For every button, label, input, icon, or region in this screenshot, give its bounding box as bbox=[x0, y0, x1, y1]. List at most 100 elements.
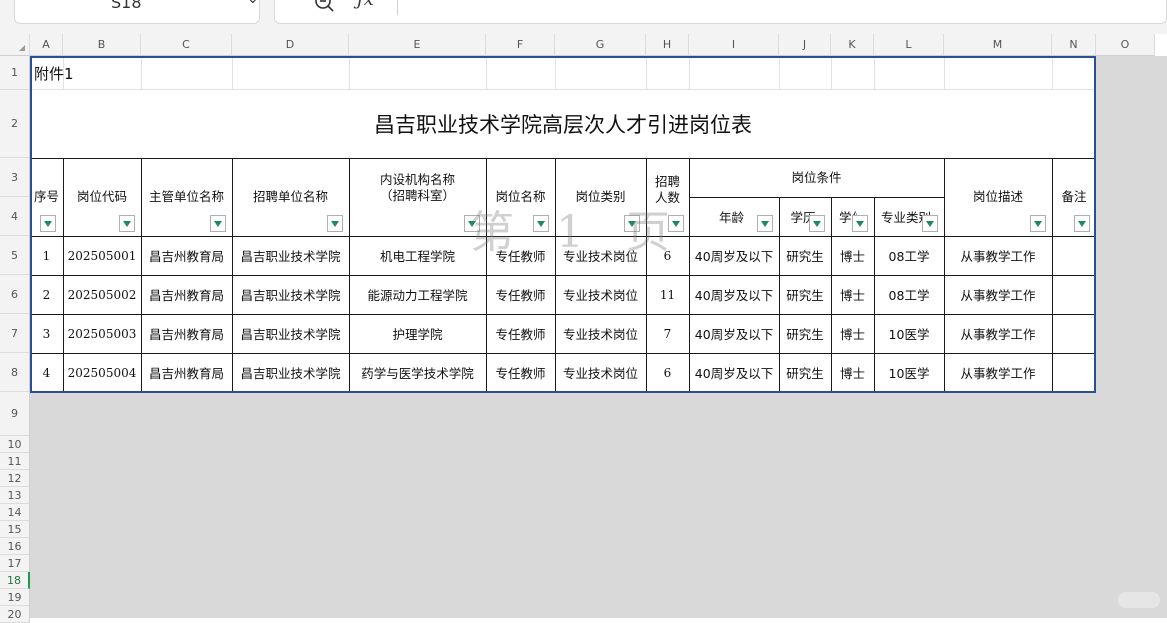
cell-type[interactable]: 专业技术岗位 bbox=[555, 353, 646, 392]
name-box[interactable]: S18 ⌄ bbox=[14, 0, 260, 24]
cell-desc[interactable]: 从事教学工作 bbox=[944, 236, 1052, 275]
column-header-e[interactable]: E bbox=[349, 34, 486, 56]
cell-type[interactable]: 专业技术岗位 bbox=[555, 314, 646, 353]
filter-dropdown-major[interactable] bbox=[922, 215, 938, 232]
row-header-9[interactable]: 9 bbox=[0, 392, 30, 436]
cell-edu[interactable]: 研究生 bbox=[779, 275, 831, 314]
cell-edu[interactable]: 研究生 bbox=[779, 314, 831, 353]
cell-major[interactable]: 10医学 bbox=[874, 314, 944, 353]
column-header-i[interactable]: I bbox=[689, 34, 779, 56]
row-header-14[interactable]: 14 bbox=[0, 504, 30, 521]
cell-seq[interactable]: 2 bbox=[30, 275, 63, 314]
row-header-20[interactable]: 20 bbox=[0, 606, 30, 623]
filter-dropdown-degree[interactable] bbox=[852, 215, 868, 232]
column-header-g[interactable]: G bbox=[555, 34, 646, 56]
row-header-8[interactable]: 8 bbox=[0, 353, 30, 392]
filter-dropdown-inner-org[interactable] bbox=[464, 215, 480, 232]
filter-dropdown-post-code[interactable] bbox=[119, 215, 135, 232]
column-header-o[interactable]: O bbox=[1096, 34, 1155, 56]
column-header-m[interactable]: M bbox=[944, 34, 1052, 56]
cell-unit[interactable]: 昌吉职业技术学院 bbox=[232, 353, 349, 392]
row-header-4[interactable]: 4 bbox=[0, 197, 30, 236]
cell-edu[interactable]: 研究生 bbox=[779, 236, 831, 275]
cell-unit[interactable]: 昌吉职业技术学院 bbox=[232, 275, 349, 314]
cell-dept[interactable]: 昌吉州教育局 bbox=[141, 353, 232, 392]
row-header-1[interactable]: 1 bbox=[0, 56, 30, 90]
column-header-a[interactable]: A bbox=[30, 34, 63, 56]
row-header-12[interactable]: 12 bbox=[0, 470, 30, 487]
select-all-corner[interactable] bbox=[0, 34, 30, 56]
cell-dept[interactable]: 昌吉州教育局 bbox=[141, 275, 232, 314]
row-header-5[interactable]: 5 bbox=[0, 236, 30, 275]
cell-degree[interactable]: 博士 bbox=[831, 314, 874, 353]
cell-degree[interactable]: 博士 bbox=[831, 275, 874, 314]
cell-age[interactable]: 40周岁及以下 bbox=[689, 353, 779, 392]
cell-post[interactable]: 专任教师 bbox=[486, 353, 555, 392]
cell-desc[interactable]: 从事教学工作 bbox=[944, 314, 1052, 353]
cell-org[interactable]: 能源动力工程学院 bbox=[349, 275, 486, 314]
cell-org[interactable]: 药学与医学技术学院 bbox=[349, 353, 486, 392]
row-header-10[interactable]: 10 bbox=[0, 436, 30, 453]
cell-count[interactable]: 7 bbox=[646, 314, 689, 353]
cell-org[interactable]: 护理学院 bbox=[349, 314, 486, 353]
cell-remark[interactable] bbox=[1052, 353, 1096, 392]
cell-count[interactable]: 6 bbox=[646, 353, 689, 392]
filter-dropdown-count[interactable] bbox=[668, 215, 684, 232]
filter-dropdown-remark[interactable] bbox=[1074, 215, 1090, 232]
cell-code[interactable]: 202505003 bbox=[63, 314, 141, 353]
cell-code[interactable]: 202505002 bbox=[63, 275, 141, 314]
cell-desc[interactable]: 从事教学工作 bbox=[944, 275, 1052, 314]
cell-type[interactable]: 专业技术岗位 bbox=[555, 236, 646, 275]
cell-type[interactable]: 专业技术岗位 bbox=[555, 275, 646, 314]
cell-major[interactable]: 08工学 bbox=[874, 275, 944, 314]
row-header-13[interactable]: 13 bbox=[0, 487, 30, 504]
column-header-n[interactable]: N bbox=[1052, 34, 1096, 56]
row-header-16[interactable]: 16 bbox=[0, 538, 30, 555]
column-header-d[interactable]: D bbox=[232, 34, 349, 56]
column-header-j[interactable]: J bbox=[779, 34, 831, 56]
cell-age[interactable]: 40周岁及以下 bbox=[689, 314, 779, 353]
row-header-6[interactable]: 6 bbox=[0, 275, 30, 314]
filter-dropdown-post-type[interactable] bbox=[624, 215, 640, 232]
filter-dropdown-seq[interactable] bbox=[40, 215, 56, 232]
cell-seq[interactable]: 3 bbox=[30, 314, 63, 353]
cell-remark[interactable] bbox=[1052, 275, 1096, 314]
formula-bar[interactable]: ƒx bbox=[274, 0, 1167, 24]
fx-icon[interactable]: ƒx bbox=[357, 0, 374, 10]
filter-dropdown-desc[interactable] bbox=[1030, 215, 1046, 232]
cell-count[interactable]: 11 bbox=[646, 275, 689, 314]
cell-dept[interactable]: 昌吉州教育局 bbox=[141, 314, 232, 353]
cell-remark[interactable] bbox=[1052, 236, 1096, 275]
column-header-f[interactable]: F bbox=[486, 34, 555, 56]
filter-dropdown-edu[interactable] bbox=[809, 215, 825, 232]
cell-age[interactable]: 40周岁及以下 bbox=[689, 236, 779, 275]
cell-major[interactable]: 10医学 bbox=[874, 353, 944, 392]
cell-unit[interactable]: 昌吉职业技术学院 bbox=[232, 314, 349, 353]
row-header-11[interactable]: 11 bbox=[0, 453, 30, 470]
column-header-h[interactable]: H bbox=[646, 34, 689, 56]
cell-seq[interactable]: 1 bbox=[30, 236, 63, 275]
column-header-l[interactable]: L bbox=[874, 34, 944, 56]
cell-edu[interactable]: 研究生 bbox=[779, 353, 831, 392]
column-header-b[interactable]: B bbox=[63, 34, 141, 56]
cell-degree[interactable]: 博士 bbox=[831, 236, 874, 275]
row-header-3[interactable]: 3 bbox=[0, 158, 30, 197]
cell-count[interactable]: 6 bbox=[646, 236, 689, 275]
cell-seq[interactable]: 4 bbox=[30, 353, 63, 392]
cell-post[interactable]: 专任教师 bbox=[486, 236, 555, 275]
cell-desc[interactable]: 从事教学工作 bbox=[944, 353, 1052, 392]
cell-major[interactable]: 08工学 bbox=[874, 236, 944, 275]
cell-post[interactable]: 专任教师 bbox=[486, 314, 555, 353]
filter-dropdown-dept[interactable] bbox=[210, 215, 226, 232]
row-header-17[interactable]: 17 bbox=[0, 555, 30, 572]
cell-code[interactable]: 202505004 bbox=[63, 353, 141, 392]
zoom-out-icon[interactable] bbox=[311, 0, 339, 17]
cell-org[interactable]: 机电工程学院 bbox=[349, 236, 486, 275]
column-header-c[interactable]: C bbox=[141, 34, 232, 56]
cell-dept[interactable]: 昌吉州教育局 bbox=[141, 236, 232, 275]
cell-code[interactable]: 202505001 bbox=[63, 236, 141, 275]
row-header-18[interactable]: 18 bbox=[0, 572, 30, 589]
cell-post[interactable]: 专任教师 bbox=[486, 275, 555, 314]
chevron-down-icon[interactable]: ⌄ bbox=[247, 0, 259, 7]
row-header-19[interactable]: 19 bbox=[0, 589, 30, 606]
